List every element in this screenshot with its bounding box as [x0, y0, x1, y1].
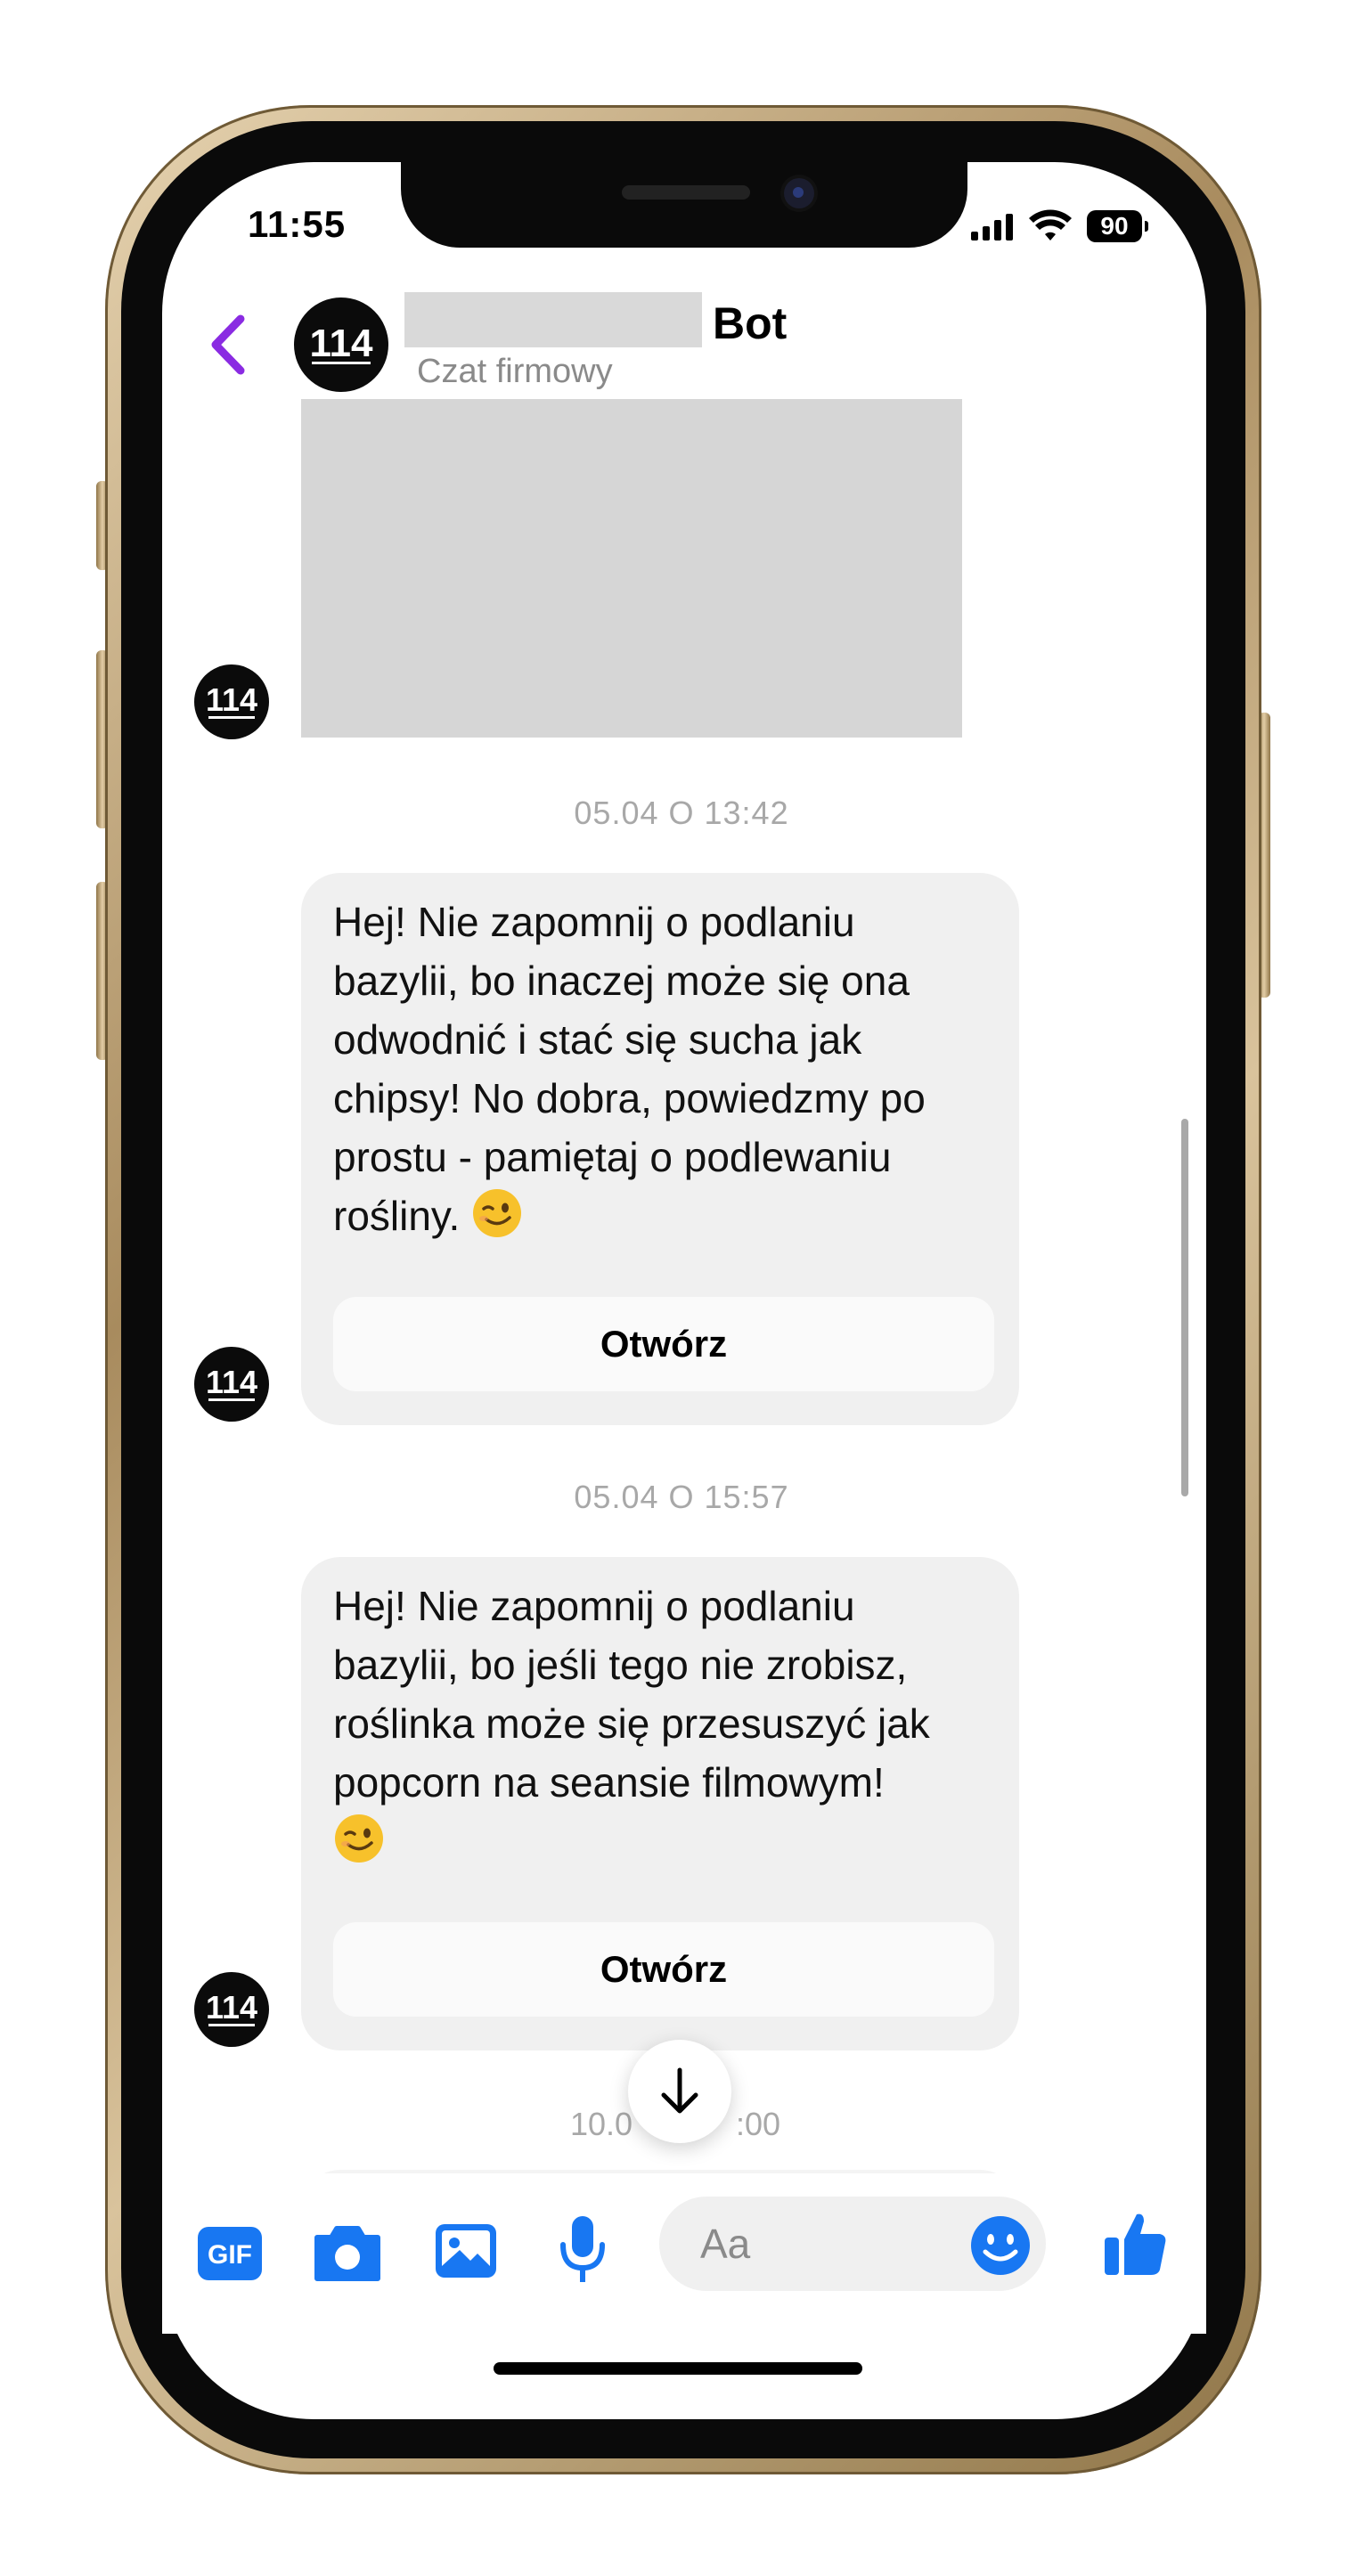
sender-avatar: 114 — [194, 664, 269, 739]
redacted-name — [404, 292, 702, 347]
winking-face-icon — [473, 1189, 522, 1237]
sender-avatar: 114 — [194, 1347, 269, 1422]
gif-icon[interactable]: GIF — [196, 2225, 264, 2282]
arrow-down-icon — [661, 2067, 698, 2114]
message-text: Hej! Nie zapomnij o podlaniu bazylii, bo… — [333, 1577, 992, 1871]
svg-text:114: 114 — [310, 322, 374, 365]
chat-name[interactable]: Bot — [713, 298, 787, 349]
home-indicator — [494, 2362, 862, 2375]
signal-icon — [971, 212, 1013, 240]
notch — [401, 162, 967, 248]
input-placeholder: Aa — [700, 2221, 751, 2267]
svg-text:114: 114 — [206, 1364, 257, 1400]
status-time: 11:55 — [248, 203, 347, 245]
emoji-icon[interactable] — [969, 2214, 1032, 2277]
scroll-to-bottom-button[interactable] — [628, 2040, 731, 2143]
svg-text:114: 114 — [206, 1989, 257, 2026]
camera-icon[interactable] — [312, 2221, 383, 2284]
timestamp: 05.04 O 15:57 — [574, 1479, 789, 1515]
sender-avatar: 114 — [194, 1972, 269, 2047]
svg-text:114: 114 — [206, 681, 257, 718]
message-bubble: Hej! Nie zapomnij o podlaniu bazylii, bo… — [301, 873, 1019, 1425]
wifi-icon — [1029, 209, 1072, 240]
microphone-icon[interactable] — [556, 2213, 609, 2289]
avatar[interactable]: 114 — [294, 298, 388, 392]
thumbs-up-icon[interactable] — [1101, 2207, 1169, 2278]
back-icon[interactable] — [207, 314, 249, 376]
scrollbar[interactable] — [1181, 1119, 1188, 1496]
open-button[interactable]: Otwórz — [333, 1922, 994, 2017]
image-message[interactable] — [301, 399, 962, 738]
message-bubble: Hej! Nie zapomnij o podlaniu bazylii, bo… — [301, 1557, 1019, 2050]
speaker — [622, 185, 750, 200]
battery-icon: 90 — [1087, 210, 1148, 242]
timestamp: 05.04 O 13:42 — [574, 795, 789, 831]
image-icon[interactable] — [433, 2221, 499, 2284]
partial-timestamp-right: :00 — [736, 2106, 781, 2142]
winking-face-icon — [335, 1814, 383, 1863]
svg-text:GIF: GIF — [208, 2240, 252, 2270]
message-text: Hej! Nie zapomnij o podlaniu bazylii, bo… — [333, 899, 926, 1239]
partial-timestamp-left: 10.0 — [570, 2106, 633, 2142]
open-button[interactable]: Otwórz — [333, 1297, 994, 1391]
front-camera — [784, 178, 814, 208]
chat-subtitle: Czat firmowy — [417, 353, 613, 390]
